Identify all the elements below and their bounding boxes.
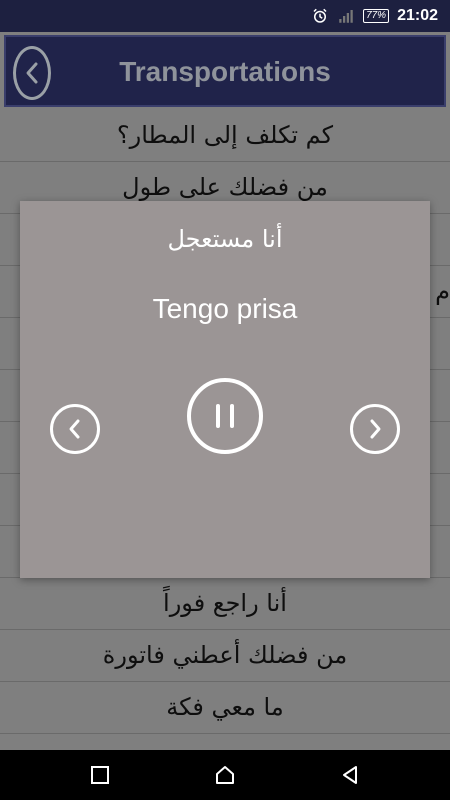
status-bar: 77% 21:02 (0, 0, 450, 32)
previous-button[interactable] (50, 404, 100, 454)
phrase-dialog: أنا مستعجل Tengo prisa (20, 201, 430, 578)
navigation-bar (0, 750, 450, 800)
recents-icon (91, 766, 109, 784)
next-button[interactable] (350, 404, 400, 454)
home-icon (216, 766, 234, 784)
pause-button[interactable] (187, 378, 263, 454)
page-title: Transportations (119, 56, 331, 87)
alarm-icon (313, 8, 327, 23)
dialog-arabic-text: أنا مستعجل (167, 225, 283, 253)
phrase-item[interactable]: ما معي فكة (0, 682, 450, 734)
pause-icon (216, 404, 234, 428)
chevron-left-icon (69, 419, 80, 439)
dialog-translation-text: Tengo prisa (152, 293, 298, 324)
phrase-item[interactable]: من فضلك أعطني فاتورة (0, 630, 450, 682)
battery-icon: 77% (363, 9, 390, 23)
status-icons: 77% 21:02 (311, 0, 438, 32)
phrase-item[interactable] (0, 734, 450, 750)
signal-icon (339, 10, 353, 23)
phrase-item[interactable]: كم تكلف إلى المطار؟ (0, 110, 450, 162)
home-button[interactable] (195, 750, 255, 800)
app-header: Transportations (4, 35, 446, 107)
phrase-item[interactable]: أنا راجع فوراً (0, 578, 450, 630)
chevron-right-icon (370, 419, 381, 439)
back-icon (343, 766, 357, 784)
status-time: 21:02 (397, 7, 438, 24)
recents-button[interactable] (70, 750, 130, 800)
back-nav-button[interactable] (320, 750, 380, 800)
